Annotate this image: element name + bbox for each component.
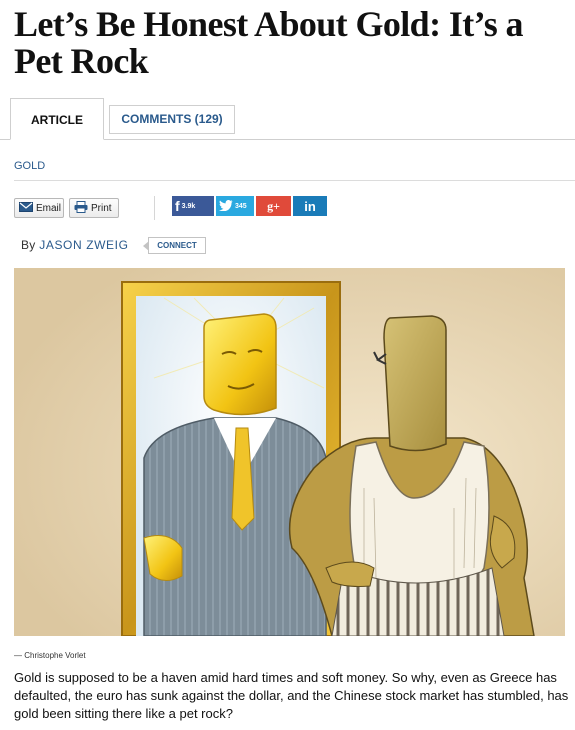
tab-comments[interactable]: COMMENTS (129) xyxy=(109,105,235,134)
google-plus-share-button[interactable]: g+ xyxy=(256,196,291,216)
google-plus-icon: g+ xyxy=(267,198,280,213)
facebook-share-button[interactable]: f 3.9k xyxy=(172,196,214,216)
facebook-icon: f xyxy=(175,198,180,214)
linkedin-icon: in xyxy=(304,198,316,214)
tab-article[interactable]: ARTICLE xyxy=(10,98,104,140)
printer-icon xyxy=(74,200,88,216)
print-button[interactable]: Print xyxy=(69,198,119,218)
twitter-share-button[interactable]: 345 xyxy=(216,196,254,216)
linkedin-share-button[interactable]: in xyxy=(293,196,327,216)
email-button[interactable]: Email xyxy=(14,198,64,218)
facebook-count: 3.9k xyxy=(181,202,196,210)
print-label: Print xyxy=(91,202,112,214)
image-credit: — Christophe Vorlet xyxy=(14,651,86,660)
divider xyxy=(14,180,575,181)
envelope-icon xyxy=(19,201,33,215)
email-label: Email xyxy=(36,202,62,214)
twitter-count: 345 xyxy=(235,202,247,210)
twitter-bird-icon xyxy=(219,199,233,213)
byline-prefix: By xyxy=(21,238,36,252)
gold-mirror-illustration xyxy=(14,268,565,636)
lead-paragraph: Gold is supposed to be a haven amid hard… xyxy=(14,670,569,721)
section-link-gold[interactable]: GOLD xyxy=(14,160,45,172)
connect-button[interactable]: CONNECT xyxy=(143,237,206,254)
article-illustration xyxy=(14,268,565,636)
article-headline: Let’s Be Honest About Gold: It’s a Pet R… xyxy=(14,4,524,81)
toolbar-separator xyxy=(154,196,155,220)
byline: By JASON ZWEIG xyxy=(21,238,129,252)
article-tabs: ARTICLE COMMENTS (129) xyxy=(0,96,575,140)
author-link[interactable]: JASON ZWEIG xyxy=(39,238,128,252)
